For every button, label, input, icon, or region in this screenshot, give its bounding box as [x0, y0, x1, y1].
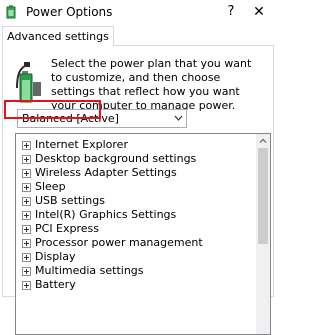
close-button[interactable]: ✕ [250, 3, 268, 21]
tree-item-label: Desktop background settings [35, 152, 197, 165]
tree-item-label: USB settings [35, 194, 105, 207]
expand-icon[interactable] [22, 281, 31, 290]
tree-item-label: Display [35, 250, 76, 263]
expand-icon[interactable] [22, 155, 31, 164]
tree-item-label: Battery [35, 278, 76, 291]
expand-icon[interactable] [22, 253, 31, 262]
usb-settings-highlight [4, 100, 101, 119]
tab-advanced-settings[interactable]: Advanced settings [2, 26, 114, 46]
expand-icon[interactable] [22, 183, 31, 192]
expand-icon[interactable] [22, 225, 31, 234]
chevron-down-icon [174, 115, 183, 121]
scroll-thumb[interactable] [258, 148, 268, 244]
power-options-icon [6, 5, 16, 19]
tree-item-label: Processor power management [35, 236, 203, 249]
expand-icon[interactable] [22, 141, 31, 150]
expand-icon[interactable] [22, 211, 31, 220]
window-title: Power Options [26, 5, 113, 19]
tree-item-label: Internet Explorer [35, 138, 128, 151]
scroll-up-arrow-icon[interactable] [256, 134, 270, 148]
tree-item-label: Intel(R) Graphics Settings [35, 208, 177, 221]
help-button[interactable]: ? [222, 3, 240, 21]
settings-tree[interactable]: Internet Explorer Desktop background set… [15, 133, 271, 335]
tree-item-label: PCI Express [35, 222, 100, 235]
expand-icon[interactable] [22, 267, 31, 276]
tab-panel: Select the power plan that you want to c… [2, 45, 274, 335]
tree-item-label: Wireless Adapter Settings [35, 166, 177, 179]
vertical-scrollbar[interactable] [256, 134, 270, 334]
tree-item-label: Sleep [35, 180, 66, 193]
expand-icon[interactable] [22, 197, 31, 206]
title-bar: Power Options ? ✕ [0, 0, 274, 24]
expand-icon[interactable] [22, 169, 31, 178]
tree-item-label: Multimedia settings [35, 264, 144, 277]
expand-icon[interactable] [22, 239, 31, 248]
